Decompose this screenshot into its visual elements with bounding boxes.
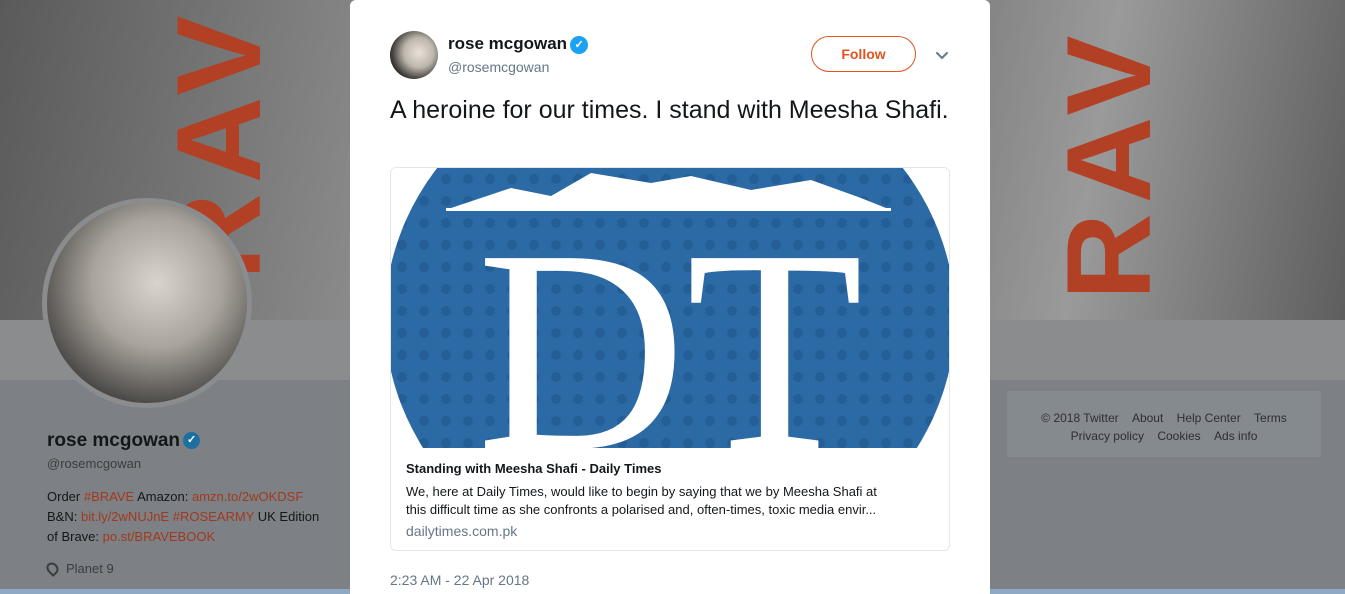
footer-privacy-link[interactable]: Privacy policy <box>1071 429 1144 443</box>
profile-handle: @rosemcgowan <box>47 456 142 471</box>
site-footer: © 2018 Twitter About Help Center Terms P… <box>1007 391 1321 457</box>
footer-ads-link[interactable]: Ads info <box>1214 429 1257 443</box>
hashtag-link[interactable]: #ROSEARMY <box>173 509 254 524</box>
tweet-modal: rose mcgowan ✓ @rosemcgowan Follow A hero… <box>350 0 990 594</box>
chevron-down-icon[interactable] <box>934 47 950 63</box>
footer-copyright: © 2018 Twitter <box>1041 411 1119 425</box>
footer-cookies-link[interactable]: Cookies <box>1157 429 1200 443</box>
card-description: We, here at Daily Times, would like to b… <box>406 484 877 517</box>
footer-help-link[interactable]: Help Center <box>1177 411 1241 425</box>
tweet-author-avatar[interactable] <box>390 31 438 79</box>
tweet-text: A heroine for our times. I stand with Me… <box>390 96 949 124</box>
footer-about-link[interactable]: About <box>1132 411 1163 425</box>
location-pin-icon <box>44 560 61 577</box>
card-logo-text: DT <box>477 190 864 448</box>
card-domain: dailytimes.com.pk <box>406 523 518 539</box>
follow-button[interactable]: Follow <box>811 36 916 72</box>
verified-icon: ✓ <box>570 36 589 54</box>
header-graffiti-right: RAV <box>1042 25 1176 300</box>
bio-link[interactable]: amzn.to/2wOKDSF <box>192 489 303 504</box>
link-card[interactable]: DT Standing with Meesha Shafi - Daily Ti… <box>390 167 950 551</box>
tweet-timestamp[interactable]: 2:23 AM - 22 Apr 2018 <box>390 572 529 588</box>
verified-icon: ✓ <box>183 432 201 450</box>
footer-terms-link[interactable]: Terms <box>1254 411 1287 425</box>
bio-link[interactable]: po.st/BRAVEBOOK <box>103 529 215 544</box>
card-image: DT <box>391 168 949 448</box>
profile-name: rose mcgowan ✓ <box>47 430 201 452</box>
card-title[interactable]: Standing with Meesha Shafi - Daily Times <box>406 461 661 476</box>
profile-avatar[interactable] <box>42 198 252 408</box>
tweet-author-handle[interactable]: @rosemcgowan <box>448 59 549 75</box>
profile-location: Planet 9 <box>44 560 114 577</box>
profile-bio: Order #BRAVE Amazon: amzn.to/2wOKDSF B&N… <box>47 489 320 544</box>
tweet-author-name[interactable]: rose mcgowan ✓ <box>448 34 589 54</box>
hashtag-link[interactable]: #BRAVE <box>84 489 134 504</box>
bio-link[interactable]: bit.ly/2wNUJnE <box>81 509 169 524</box>
